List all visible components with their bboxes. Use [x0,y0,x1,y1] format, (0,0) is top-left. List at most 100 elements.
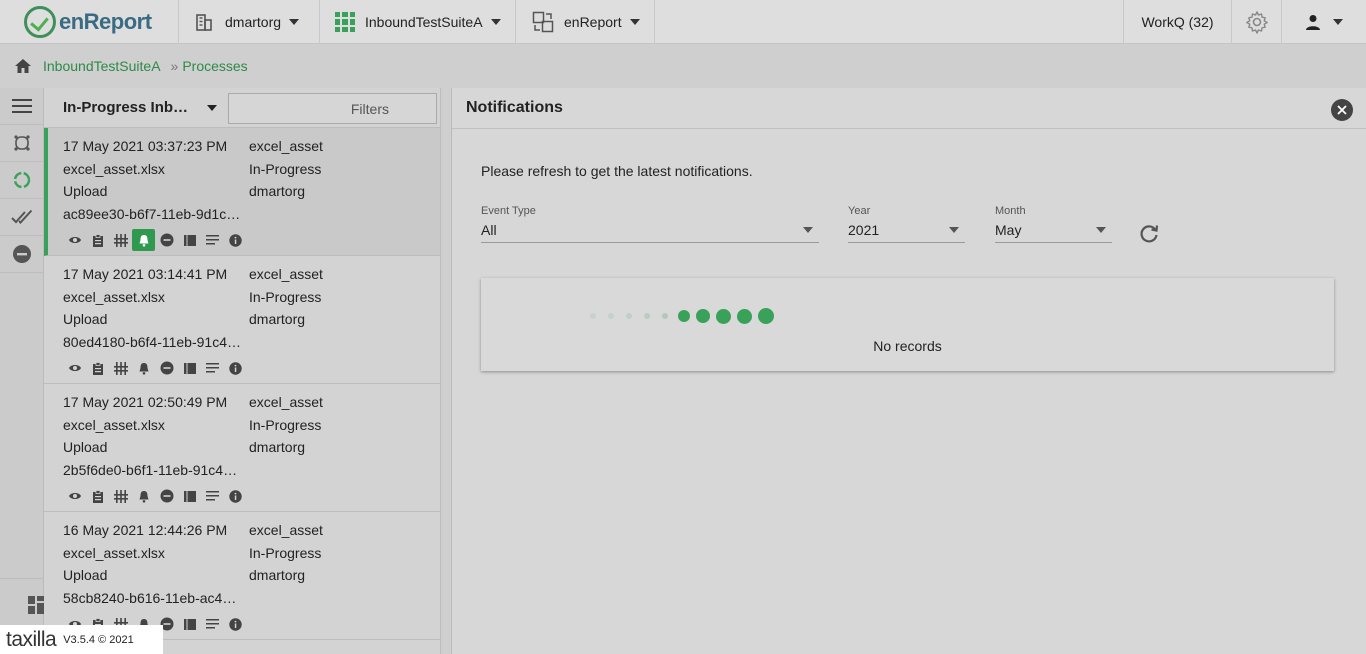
event-type-label: Event Type [481,205,536,217]
process-list-panel: In-Progress Inbound Processes Filters 17… [44,88,441,654]
bell-icon[interactable] [132,357,155,379]
breadcrumb-processes-link[interactable]: Processes [182,58,247,74]
settings-button[interactable] [1231,0,1281,44]
refresh-icon[interactable] [1138,223,1160,245]
view-icon[interactable] [63,485,86,507]
process-asset: excel_asset [249,138,323,154]
notifications-panel: Notifications Please refresh to get the … [451,88,1366,654]
event-type-select[interactable]: Event Type All [481,205,819,243]
view-icon[interactable] [63,229,86,251]
process-type: Upload [63,439,108,455]
rail-completed[interactable] [0,199,44,236]
process-org: dmartorg [249,439,306,455]
process-card[interactable]: 17 May 2021 03:37:23 PM excel_asset excel_… [44,128,440,256]
app-name: enReport [564,14,622,30]
process-asset: excel_asset [249,266,323,282]
rail-in-progress[interactable] [0,162,44,199]
refresh-message: Please refresh to get the latest notific… [481,163,753,179]
dashboard-icon [28,596,44,614]
process-status: In-Progress [249,416,322,433]
process-file: excel_asset.xlsx [63,416,165,433]
bell-icon[interactable] [132,485,155,507]
notes-icon[interactable] [201,229,224,251]
info-icon[interactable] [224,613,247,635]
workq-button[interactable]: WorkQ (32) [1123,0,1231,44]
process-actions [63,357,440,379]
chevron-down-icon [949,226,959,233]
org-selector[interactable]: dmartorg [178,0,319,44]
breadcrumb-suite-link[interactable]: InboundTestSuiteA [43,58,161,74]
process-card[interactable]: 17 May 2021 03:14:41 PM excel_asset excel_… [44,256,440,384]
double-check-icon [11,209,33,224]
year-select[interactable]: Year 2021 [848,205,965,243]
list-header: In-Progress Inbound Processes Filters [44,88,440,128]
process-card[interactable]: 16 May 2021 12:44:26 PM excel_asset excel_… [44,512,440,640]
list-view-icon[interactable] [178,357,201,379]
report-icon[interactable] [86,229,109,251]
process-card[interactable]: 17 May 2021 02:50:49 PM excel_asset excel_… [44,384,440,512]
list-view-icon[interactable] [178,613,201,635]
process-date: 16 May 2021 12:44:26 PM [63,522,228,538]
process-date: 17 May 2021 03:14:41 PM [63,266,228,282]
cancel-icon[interactable] [155,229,178,251]
taxilla-logo: taxilla [6,627,57,651]
rail-new-processes[interactable] [0,125,44,162]
chevron-down-icon[interactable] [207,104,217,111]
process-file: excel_asset.xlsx [63,544,165,561]
process-org: dmartorg [249,183,306,199]
process-actions [63,229,440,251]
list-view-icon[interactable] [178,229,201,251]
process-type: Upload [63,183,108,199]
process-flow-icon[interactable] [109,229,132,251]
app-selector[interactable]: enReport [515,0,655,44]
notes-icon[interactable] [201,613,224,635]
month-value: May [995,221,1022,238]
left-rail [0,88,44,654]
version-text: V3.5.4 © 2021 [63,633,134,646]
no-records-text: No records [873,338,942,354]
event-type-value: All [481,221,497,238]
home-icon[interactable] [14,58,32,74]
process-file: excel_asset.xlsx [63,288,165,305]
report-icon[interactable] [86,485,109,507]
process-status: In-Progress [249,544,322,561]
process-id: 58cb8240-b616-11eb-ac46-... [63,589,241,606]
menu-button[interactable] [0,88,44,125]
user-icon [1306,15,1320,30]
info-icon[interactable] [224,357,247,379]
filters-button[interactable]: Filters [228,93,437,124]
suite-selector[interactable]: InboundTestSuiteA [319,0,515,44]
minus-circle-icon [13,245,31,263]
process-date: 17 May 2021 02:50:49 PM [63,394,228,410]
dashboard-button[interactable] [28,596,44,617]
app-logo[interactable]: enReport [24,6,152,38]
gear-icon [1245,11,1268,34]
process-list: 17 May 2021 03:37:23 PM excel_asset excel_… [44,128,440,640]
notes-icon[interactable] [201,357,224,379]
list-view-selector[interactable]: In-Progress Inbound Processes [63,99,197,116]
cancel-icon[interactable] [155,357,178,379]
bell-icon[interactable] [132,229,155,251]
close-button[interactable] [1331,99,1353,121]
process-asset: excel_asset [249,522,323,538]
report-icon[interactable] [86,357,109,379]
enreport-logo-icon [24,6,56,38]
rail-bottom-section [0,578,44,614]
view-icon[interactable] [63,357,86,379]
process-flow-icon[interactable] [109,485,132,507]
info-icon[interactable] [224,485,247,507]
list-view-icon[interactable] [178,485,201,507]
chevron-down-icon [629,19,640,25]
process-flow-icon[interactable] [109,357,132,379]
info-icon[interactable] [224,229,247,251]
building-icon [196,14,212,31]
switch-app-icon [532,11,554,33]
notes-icon[interactable] [201,485,224,507]
rail-cancelled[interactable] [0,236,44,273]
cancel-icon[interactable] [155,485,178,507]
process-type: Upload [63,311,108,327]
breadcrumb-separator: » [170,58,179,74]
month-select[interactable]: Month May [995,205,1112,243]
loading-spinner [590,308,780,324]
user-menu[interactable] [1281,0,1366,44]
